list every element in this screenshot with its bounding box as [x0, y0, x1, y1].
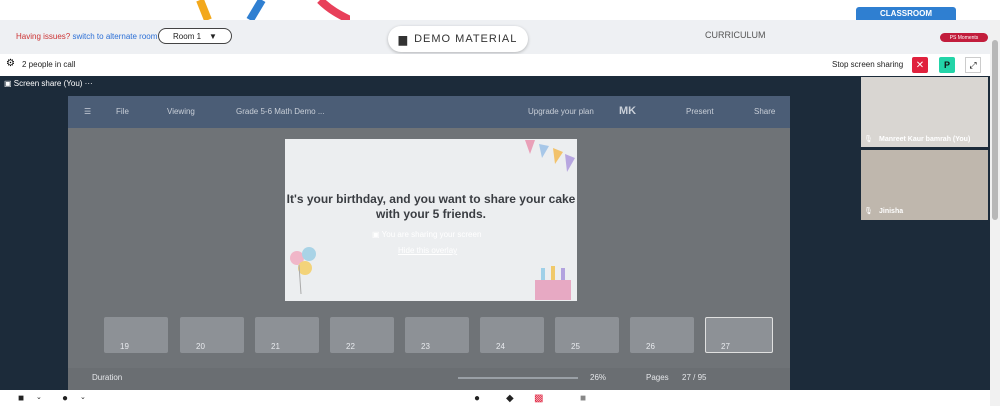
slide-thumbnail[interactable]: [555, 317, 619, 353]
top-decoration: [190, 0, 352, 24]
participant-name: Manreet Kaur bamrah (You): [879, 136, 971, 143]
classroom-tab[interactable]: CLASSROOM: [856, 7, 956, 20]
menu-icon[interactable]: ☰: [84, 107, 91, 116]
canva-viewing[interactable]: Viewing: [167, 107, 195, 116]
slide-thumbnail[interactable]: [104, 317, 168, 353]
canva-doc-title: Grade 5-6 Math Demo ...: [236, 107, 325, 116]
canva-upgrade[interactable]: Upgrade your plan: [528, 107, 594, 116]
screen-icon: ▣: [4, 79, 12, 88]
screen-icon: ▣: [372, 230, 380, 239]
gear-icon[interactable]: ⚙: [6, 58, 15, 69]
issues-notice: Having issues? switch to alternate room: [16, 32, 157, 41]
chat-icon[interactable]: ◆: [506, 393, 514, 404]
canva-file[interactable]: File: [116, 107, 129, 116]
slide-thumbnail[interactable]: [255, 317, 319, 353]
slide-thumbnail[interactable]: [180, 317, 244, 353]
page-count: 27 / 95: [682, 373, 707, 382]
canva-initials: MK: [619, 105, 637, 117]
slide-thumbnail[interactable]: [405, 317, 469, 353]
slide-thumbnail[interactable]: [330, 317, 394, 353]
slide-thumbnail-selected[interactable]: [705, 317, 773, 353]
demo-label: DEMO MATERIAL: [414, 33, 518, 45]
more-icon[interactable]: ···: [85, 79, 93, 88]
ps-moments-label: PS Moments: [949, 34, 979, 41]
hide-overlay-link[interactable]: Hide this overlay: [398, 246, 457, 255]
close-icon: ✕: [915, 59, 925, 71]
demo-material-button[interactable]: ▆ DEMO MATERIAL: [388, 26, 528, 52]
thumbnail-number: 24: [496, 342, 505, 351]
curriculum-tab[interactable]: CURRICULUM: [705, 30, 766, 40]
expand-icon[interactable]: ⤢: [965, 57, 981, 73]
slide-thumbnail[interactable]: [630, 317, 694, 353]
person-icon[interactable]: ●: [474, 393, 480, 404]
balloons-decoration: [287, 244, 327, 305]
thumbnail-number: 23: [421, 342, 430, 351]
slide-thumbnail[interactable]: [480, 317, 544, 353]
p-button[interactable]: P: [939, 57, 955, 73]
thumbnail-number: 19: [120, 342, 129, 351]
ps-moments-badge[interactable]: PS Moments: [940, 33, 988, 42]
bunting-decoration: [525, 140, 577, 179]
thumbnail-number: 27: [721, 342, 730, 351]
zoom-level: 26%: [590, 373, 607, 382]
thumbnail-number: 26: [646, 342, 655, 351]
canva-share[interactable]: Share: [754, 107, 775, 116]
folder-icon: ▆: [398, 33, 409, 46]
thumbnail-number: 22: [346, 342, 355, 351]
stop-screen-sharing-label[interactable]: Stop screen sharing: [832, 60, 903, 69]
thumbnail-number: 21: [271, 342, 280, 351]
mic-icon: 🎙: [864, 208, 873, 215]
mic-icon: 🎙: [864, 136, 873, 143]
canva-present[interactable]: Present: [686, 107, 714, 116]
chevron-down-icon[interactable]: ⌄: [80, 393, 86, 401]
screen-share-tab[interactable]: ▣ Screen share (You) ···: [4, 79, 93, 88]
slide-text: It's your birthday, and you want to shar…: [286, 192, 576, 221]
chevron-down-icon: ▼: [209, 31, 217, 41]
control-bar: [0, 390, 990, 406]
zoom-slider[interactable]: [458, 377, 578, 379]
screen-share-label: Screen share (You): [13, 79, 83, 88]
people-count: 2 people in call: [22, 60, 76, 69]
thumbnail-number: 25: [571, 342, 580, 351]
camera-icon[interactable]: ■: [18, 393, 24, 404]
chevron-down-icon[interactable]: ⌄: [36, 393, 42, 401]
stop-share-close-button[interactable]: ✕: [912, 57, 928, 73]
sharing-overlay-text: ▣ You are sharing your screen: [372, 230, 481, 239]
alternate-room-link[interactable]: switch to alternate room: [72, 32, 157, 41]
thumbnail-number: 20: [196, 342, 205, 351]
room-select[interactable]: Room 1 ▼: [158, 28, 232, 44]
whiteboard-icon[interactable]: ■: [580, 393, 586, 404]
duration-label[interactable]: Duration: [92, 373, 122, 382]
cake-decoration: [531, 262, 575, 307]
screen-share-icon[interactable]: ▩: [534, 393, 543, 404]
pages-label[interactable]: Pages: [646, 373, 669, 382]
mic-icon[interactable]: ●: [62, 393, 68, 404]
scrollbar-thumb[interactable]: [992, 40, 998, 220]
issues-text: Having issues?: [16, 32, 71, 41]
overlay-sharing-label: You are sharing your screen: [381, 230, 482, 239]
participant-name: Jinisha: [879, 208, 904, 215]
room-label: Room 1: [173, 31, 202, 41]
